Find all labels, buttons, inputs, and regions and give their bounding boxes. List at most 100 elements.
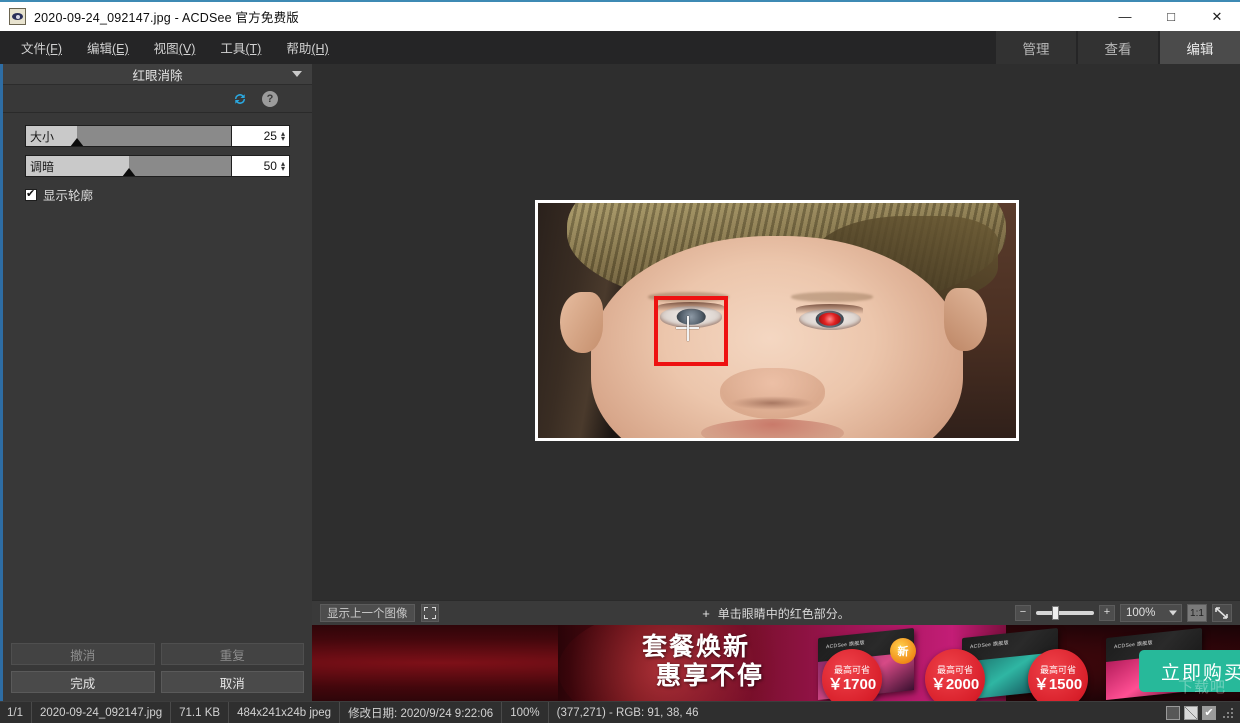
actual-size-button[interactable]: 1:1 <box>1187 604 1207 622</box>
zoom-slider-thumb[interactable] <box>1052 606 1060 620</box>
zoom-slider[interactable] <box>1036 606 1094 620</box>
red-eye-selection[interactable] <box>653 295 728 367</box>
lips <box>700 419 844 438</box>
view-plain-icon[interactable] <box>1166 705 1180 720</box>
darken-spinner[interactable]: 50 ▴ ▾ <box>231 156 289 176</box>
ear-left <box>559 292 603 354</box>
panel-spacer <box>3 204 312 637</box>
darken-slider-thumb[interactable] <box>121 168 136 176</box>
status-pixel-info: (377,271) - RGB: 91, 38, 46 <box>556 706 699 719</box>
crosshair-icon: + <box>702 605 710 621</box>
menu-help[interactable]: 帮助(H) <box>275 34 339 61</box>
size-slider-row[interactable]: 大小 25 ▴ ▾ <box>25 125 290 147</box>
ad-headline-line1: 套餐焕新 <box>642 633 751 661</box>
view-check-icon[interactable]: ✔ <box>1202 705 1216 720</box>
chevron-down-icon[interactable] <box>292 71 302 77</box>
panel-header[interactable]: 红眼消除 <box>3 64 312 85</box>
product-box-3-label: ACDSee 旗舰版 <box>1114 640 1153 651</box>
boy-portrait-red-eye[interactable] <box>538 203 1016 438</box>
panel-button-area: 撤消 重复 完成 取消 <box>3 637 312 701</box>
maximize-button[interactable]: □ <box>1148 2 1194 31</box>
size-slider-label: 大小 <box>30 130 55 144</box>
menu-help-label: 帮助 <box>286 42 312 56</box>
panel-title: 红眼消除 <box>132 68 183 83</box>
red-eye-panel: 红眼消除 ? 大小 25 ▴ ▾ 调暗 50 ▴ ▾ ✔ 显示轮廓 撤消 重复 … <box>0 64 312 701</box>
new-badge: 新 <box>890 638 916 664</box>
menu-file-hotkey: (F) <box>46 42 62 56</box>
canvas-toolbar: 显示上一个图像 + 单击眼睛中的红色部分。 − + 100% 1:1 <box>312 600 1240 625</box>
tool-hint-text: 单击眼睛中的红色部分。 <box>717 606 850 621</box>
darken-spinner-arrows[interactable]: ▴ ▾ <box>281 160 285 173</box>
darken-slider-label: 调暗 <box>30 160 55 174</box>
canvas-column: 显示上一个图像 + 单击眼睛中的红色部分。 − + 100% 1:1 套餐焕新 … <box>312 64 1240 701</box>
reset-icon[interactable] <box>232 91 248 107</box>
offer-1-caption: 最高可省 <box>833 665 870 675</box>
menu-view[interactable]: 视图(V) <box>143 34 207 61</box>
tool-hint: + 单击眼睛中的红色部分。 <box>702 605 850 622</box>
acdsee-eye-icon <box>9 8 26 25</box>
menu-file[interactable]: 文件(F) <box>10 34 73 61</box>
prev-image-button[interactable]: 显示上一个图像 <box>320 604 415 622</box>
offer-circle-2: 最高可省 ￥2000 <box>925 649 985 701</box>
redo-button[interactable]: 重复 <box>160 643 304 665</box>
done-button[interactable]: 完成 <box>11 671 155 693</box>
zoom-out-button[interactable]: − <box>1015 605 1031 621</box>
red-eye-pupil-right <box>818 312 841 326</box>
tab-view[interactable]: 查看 <box>1078 31 1158 64</box>
size-spinner[interactable]: 25 ▴ ▾ <box>231 126 289 146</box>
done-cancel-row: 完成 取消 <box>11 671 304 693</box>
site-watermark: 下载吧 <box>1177 679 1226 696</box>
tab-edit[interactable]: 编辑 <box>1160 31 1240 64</box>
view-split-icon[interactable] <box>1184 705 1198 720</box>
status-modified: 修改日期: 2020/9/24 9:22:06 <box>340 702 503 723</box>
menu-file-label: 文件 <box>21 42 47 56</box>
status-dimensions: 484x241x24b jpeg <box>229 702 341 723</box>
chevron-down-icon[interactable] <box>1169 610 1177 616</box>
main-body: 红眼消除 ? 大小 25 ▴ ▾ 调暗 50 ▴ ▾ ✔ 显示轮廓 撤消 重复 … <box>0 64 1240 701</box>
ear-right <box>944 287 988 352</box>
darken-slider-track[interactable]: 调暗 <box>26 156 231 176</box>
tab-manage[interactable]: 管理 <box>996 31 1076 64</box>
zoom-in-button[interactable]: + <box>1099 605 1115 621</box>
darken-slider-row[interactable]: 调暗 50 ▴ ▾ <box>25 155 290 177</box>
zoom-level-value: 100% <box>1126 607 1156 619</box>
acdsee-window: 2020-09-24_092147.jpg - ACDSee 官方免费版 — □… <box>0 0 1240 723</box>
menu-tools[interactable]: 工具(T) <box>209 34 272 61</box>
close-button[interactable]: ✕ <box>1194 2 1240 31</box>
zoom-level-combobox[interactable]: 100% <box>1120 604 1182 622</box>
fit-to-window-icon[interactable] <box>1212 604 1232 622</box>
nose <box>719 367 825 420</box>
status-bar: 1/1 2020-09-24_092147.jpg 71.1 KB 484x24… <box>0 701 1240 723</box>
offer-circle-3: 最高可省 ￥1500 <box>1028 649 1088 701</box>
menu-tools-label: 工具 <box>220 42 246 56</box>
menu-edit[interactable]: 编辑(E) <box>76 34 140 61</box>
photo-frame <box>535 200 1019 441</box>
image-canvas[interactable] <box>312 64 1240 600</box>
fullscreen-icon[interactable] <box>420 604 439 622</box>
eyelash-right <box>796 304 864 314</box>
size-slider-track[interactable]: 大小 <box>26 126 231 146</box>
resize-grip-icon[interactable] <box>1222 706 1234 719</box>
help-icon[interactable]: ? <box>262 90 278 107</box>
panel-controls: 大小 25 ▴ ▾ 调暗 50 ▴ ▾ ✔ 显示轮廓 <box>3 113 312 204</box>
menu-view-hotkey: (V) <box>178 42 196 56</box>
eye-right <box>796 304 864 330</box>
offer-2-amount: ￥2000 <box>930 676 980 693</box>
zoom-controls: − + 100% 1:1 <box>1015 604 1232 622</box>
ad-banner[interactable]: 套餐焕新 惠享不停 ACDSee 旗舰版 ACDSee 旗舰版 ACDSee 旗… <box>312 625 1240 701</box>
size-slider-thumb[interactable] <box>70 138 85 146</box>
minimize-button[interactable]: — <box>1102 2 1148 31</box>
cancel-button[interactable]: 取消 <box>160 671 304 693</box>
undo-redo-row: 撤消 重复 <box>11 643 304 665</box>
product-box-2-label: ACDSee 旗舰版 <box>970 640 1009 651</box>
show-outline-row[interactable]: 显示轮廓 <box>25 185 290 204</box>
panel-toolbar: ? <box>3 85 312 113</box>
size-spinner-arrows[interactable]: ▴ ▾ <box>281 130 285 143</box>
show-outline-checkbox[interactable] <box>25 187 37 201</box>
offer-3-amount: ￥1500 <box>1033 676 1083 693</box>
mode-tabs: 管理 查看 编辑 <box>994 31 1240 64</box>
undo-button[interactable]: 撤消 <box>11 643 155 665</box>
status-filesize: 71.1 KB <box>171 702 230 723</box>
status-filename: 2020-09-24_092147.jpg <box>32 702 172 723</box>
ad-headline-line2: 惠享不停 <box>656 662 765 690</box>
